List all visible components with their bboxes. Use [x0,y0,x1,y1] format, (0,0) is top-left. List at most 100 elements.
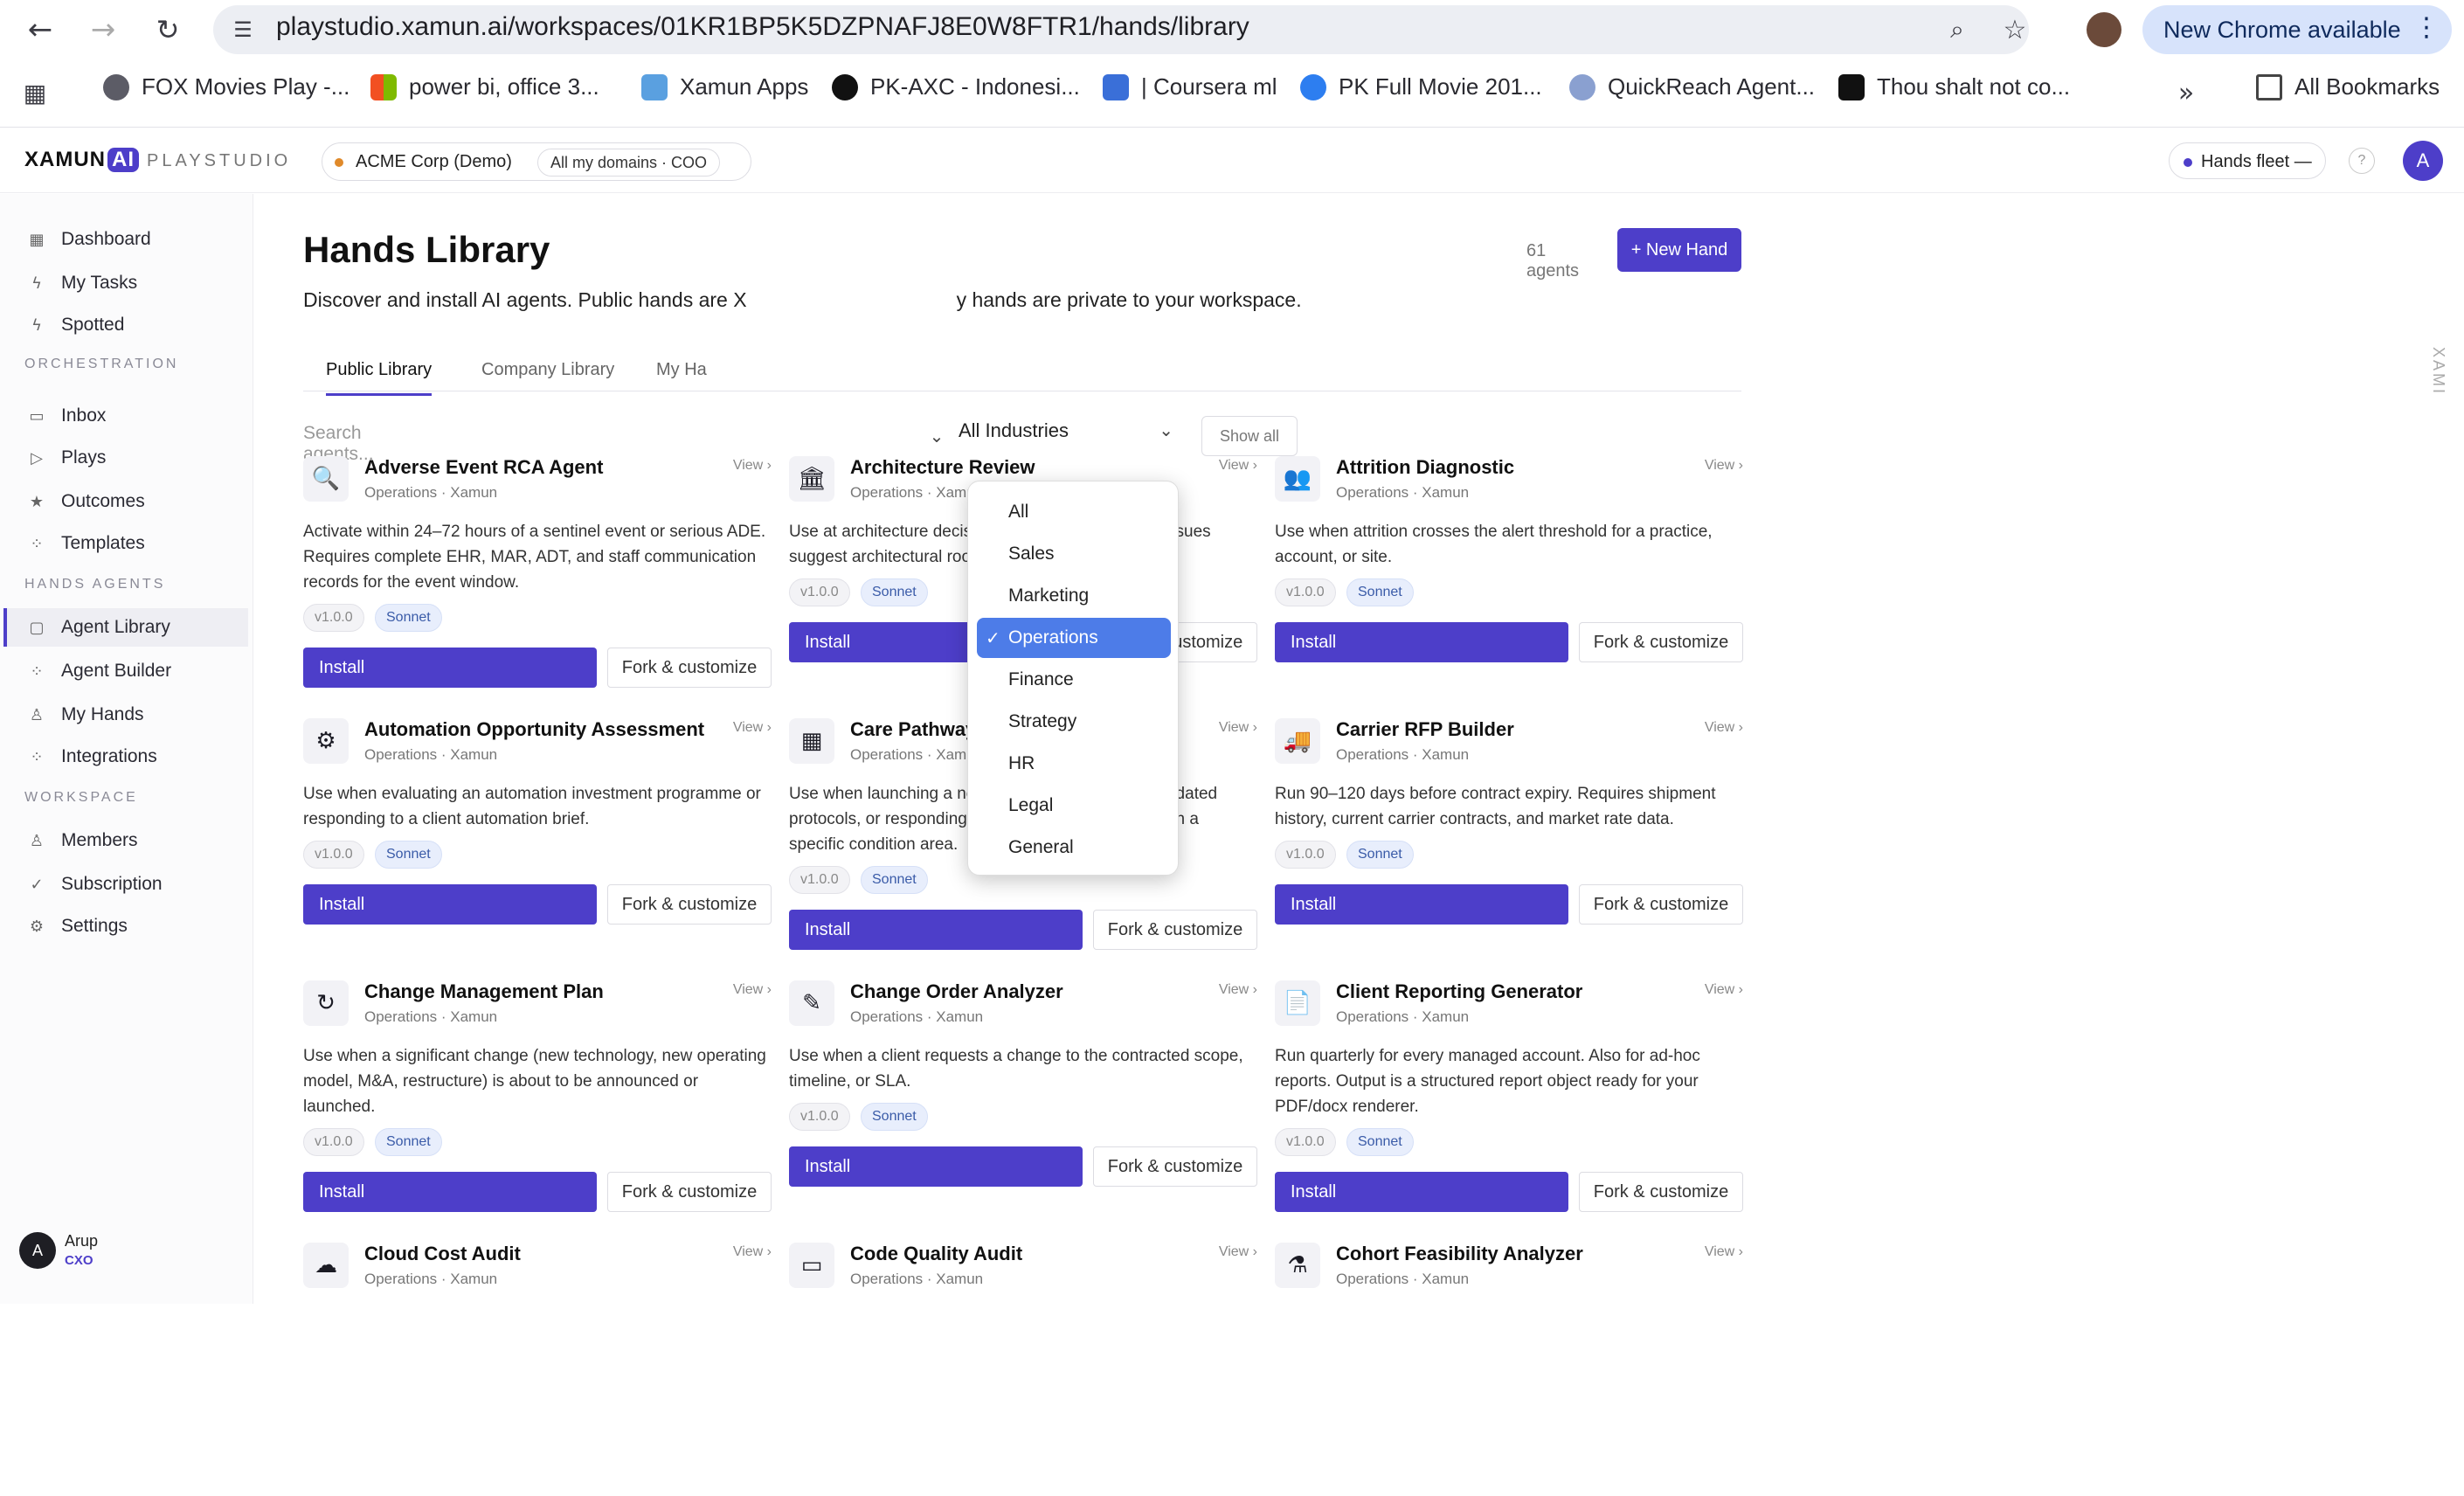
view-link[interactable]: View › [1219,458,1257,474]
bookmark-powerbi[interactable]: power bi, office 3... [370,73,599,100]
tab-my-hands[interactable]: My Ha [656,360,707,380]
view-link[interactable]: View › [733,720,772,736]
domain-selector[interactable]: All my domains · COO [537,149,721,177]
xami-panel-tab[interactable]: XAMI [2429,347,2447,396]
sidebar-item-spotted[interactable]: ϟ Spotted [7,306,252,344]
dropdown-option-strategy[interactable]: Strategy [977,702,1171,742]
site-info-icon[interactable]: ☰ [227,14,259,45]
sidebar-item-inbox[interactable]: ▭ Inbox [7,397,252,435]
sidebar-item-outcomes[interactable]: ★ Outcomes [7,482,252,521]
install-button[interactable]: Install [1275,1172,1568,1212]
kebab-menu-icon[interactable]: ⋮ [2413,12,2440,43]
sidebar-item-agent-library[interactable]: ▢ Agent Library [3,608,248,647]
back-icon[interactable]: ← [23,12,58,47]
sidebar-item-agent-builder[interactable]: ⁘ Agent Builder [7,652,252,690]
help-icon[interactable]: ? [2349,148,2375,174]
install-button[interactable]: Install [303,1172,597,1212]
install-button[interactable]: Install [789,1146,1083,1187]
agent-title[interactable]: Architecture Review [850,456,1035,479]
view-link[interactable]: View › [1705,1244,1743,1260]
sidebar-item-plays[interactable]: ▷ Plays [7,439,252,477]
reload-icon[interactable]: ↻ [150,12,185,47]
dropdown-option-legal[interactable]: Legal [977,786,1171,826]
agent-title[interactable]: Cohort Feasibility Analyzer [1336,1243,1583,1265]
bookmark-fox[interactable]: FOX Movies Play -... [103,73,350,100]
tab-public-library[interactable]: Public Library [326,360,433,396]
agent-title[interactable]: Change Management Plan [364,980,604,1003]
xamun-logo[interactable]: XAMUN AI [24,148,139,172]
agent-title[interactable]: Client Reporting Generator [1336,980,1582,1003]
sidebar-item-subscription[interactable]: ✓ Subscription [7,865,252,904]
bookmark-xamun[interactable]: Xamun Apps [641,73,808,100]
bookmark-quickreach[interactable]: QuickReach Agent... [1569,73,1815,100]
install-button[interactable]: Install [303,648,597,688]
agent-title[interactable]: Code Quality Audit [850,1243,1022,1265]
dropdown-option-finance[interactable]: Finance [977,660,1171,700]
user-avatar[interactable]: A [2403,141,2443,181]
agent-title[interactable]: Change Order Analyzer [850,980,1063,1003]
sidebar-item-members[interactable]: ♙ Members [7,821,252,860]
fork-customize-button[interactable]: Fork & customize [607,1172,772,1212]
fork-customize-button[interactable]: Fork & customize [607,648,772,688]
sidebar-item-dashboard[interactable]: ▦ Dashboard [7,220,252,259]
view-link[interactable]: View › [1705,982,1743,998]
all-bookmarks[interactable]: All Bookmarks [2256,73,2440,100]
view-link[interactable]: View › [733,982,772,998]
show-all-button[interactable]: Show all [1201,416,1298,456]
bookmark-pk-full[interactable]: PK Full Movie 201... [1300,73,1542,100]
view-link[interactable]: View › [1705,720,1743,736]
bookmark-star-icon[interactable]: ☆ [1999,14,2031,45]
bookmark-pk-axc[interactable]: PK-AXC - Indonesi... [832,73,1080,100]
dropdown-option-hr[interactable]: HR [977,744,1171,784]
dropdown-option-all[interactable]: All [977,492,1171,532]
agent-title[interactable]: Automation Opportunity Assessment [364,718,704,741]
fork-customize-button[interactable]: Fork & customize [1579,622,1743,662]
view-link[interactable]: View › [733,1244,772,1260]
fork-customize-button[interactable]: Fork & customize [1093,910,1257,950]
agent-title[interactable]: Adverse Event RCA Agent [364,456,603,479]
agent-title[interactable]: Cloud Cost Audit [364,1243,521,1265]
view-link[interactable]: View › [1219,720,1257,736]
fork-customize-button[interactable]: Fork & customize [1093,1146,1257,1187]
hands-fleet-toggle[interactable]: Hands fleet — [2169,142,2326,179]
agent-description: Activate within 24–72 hours of a sentine… [303,523,766,592]
category-chevron-icon[interactable]: ⌄ [924,423,950,449]
chevron-more-icon[interactable]: » [2170,77,2202,108]
fork-customize-button[interactable]: Fork & customize [1579,884,1743,925]
dropdown-option-marketing[interactable]: Marketing [977,576,1171,616]
install-button[interactable]: Install [789,910,1083,950]
sidebar-item-templates[interactable]: ⁘ Templates [7,524,252,563]
fork-customize-button[interactable]: Fork & customize [607,884,772,925]
xamun-icon [641,73,668,100]
view-link[interactable]: View › [1705,458,1743,474]
sidebar-item-integrations[interactable]: ⁘ Integrations [7,738,252,776]
tab-company-library[interactable]: Company Library [481,360,614,380]
dropdown-option-general[interactable]: General [977,828,1171,868]
view-link[interactable]: View › [1219,982,1257,998]
dropdown-option-sales[interactable]: Sales [977,534,1171,574]
sidebar-item-my-tasks[interactable]: ϟ My Tasks [7,264,252,302]
install-button[interactable]: Install [1275,884,1568,925]
view-link[interactable]: View › [1219,1244,1257,1260]
forward-icon[interactable]: → [86,12,121,47]
dropdown-option-operations[interactable]: Operations [977,618,1171,658]
fork-customize-button[interactable]: Fork & customize [1579,1172,1743,1212]
view-link[interactable]: View › [733,458,772,474]
agent-title[interactable]: Carrier RFP Builder [1336,718,1514,741]
apps-grid-icon[interactable]: ▦ [19,77,51,108]
install-button[interactable]: Install [1275,622,1568,662]
sidebar-item-my-hands[interactable]: ♙ My Hands [7,696,252,734]
zoom-icon[interactable]: ⌕ [1941,14,1973,45]
install-button[interactable]: Install [303,884,597,925]
url-text[interactable]: playstudio.xamun.ai/workspaces/01KR1BP5K… [276,12,1249,42]
agent-title[interactable]: Attrition Diagnostic [1336,456,1514,479]
bookmark-coursera[interactable]: | Coursera ml [1103,73,1277,100]
new-hand-button[interactable]: + New Hand [1617,228,1741,272]
agent-meta: Operations · Xamun [364,484,498,501]
industry-select[interactable]: All Industries ⌄ [959,419,1187,454]
profile-avatar[interactable] [2087,12,2121,47]
new-chrome-button[interactable]: New Chrome available ⋮ [2142,5,2452,54]
workspace-selector[interactable]: ACME Corp (Demo) All my domains · COO [322,142,751,181]
sidebar-item-settings[interactable]: ⚙ Settings [7,907,252,945]
bookmark-thou-shalt[interactable]: Thou shalt not co... [1838,73,2070,100]
